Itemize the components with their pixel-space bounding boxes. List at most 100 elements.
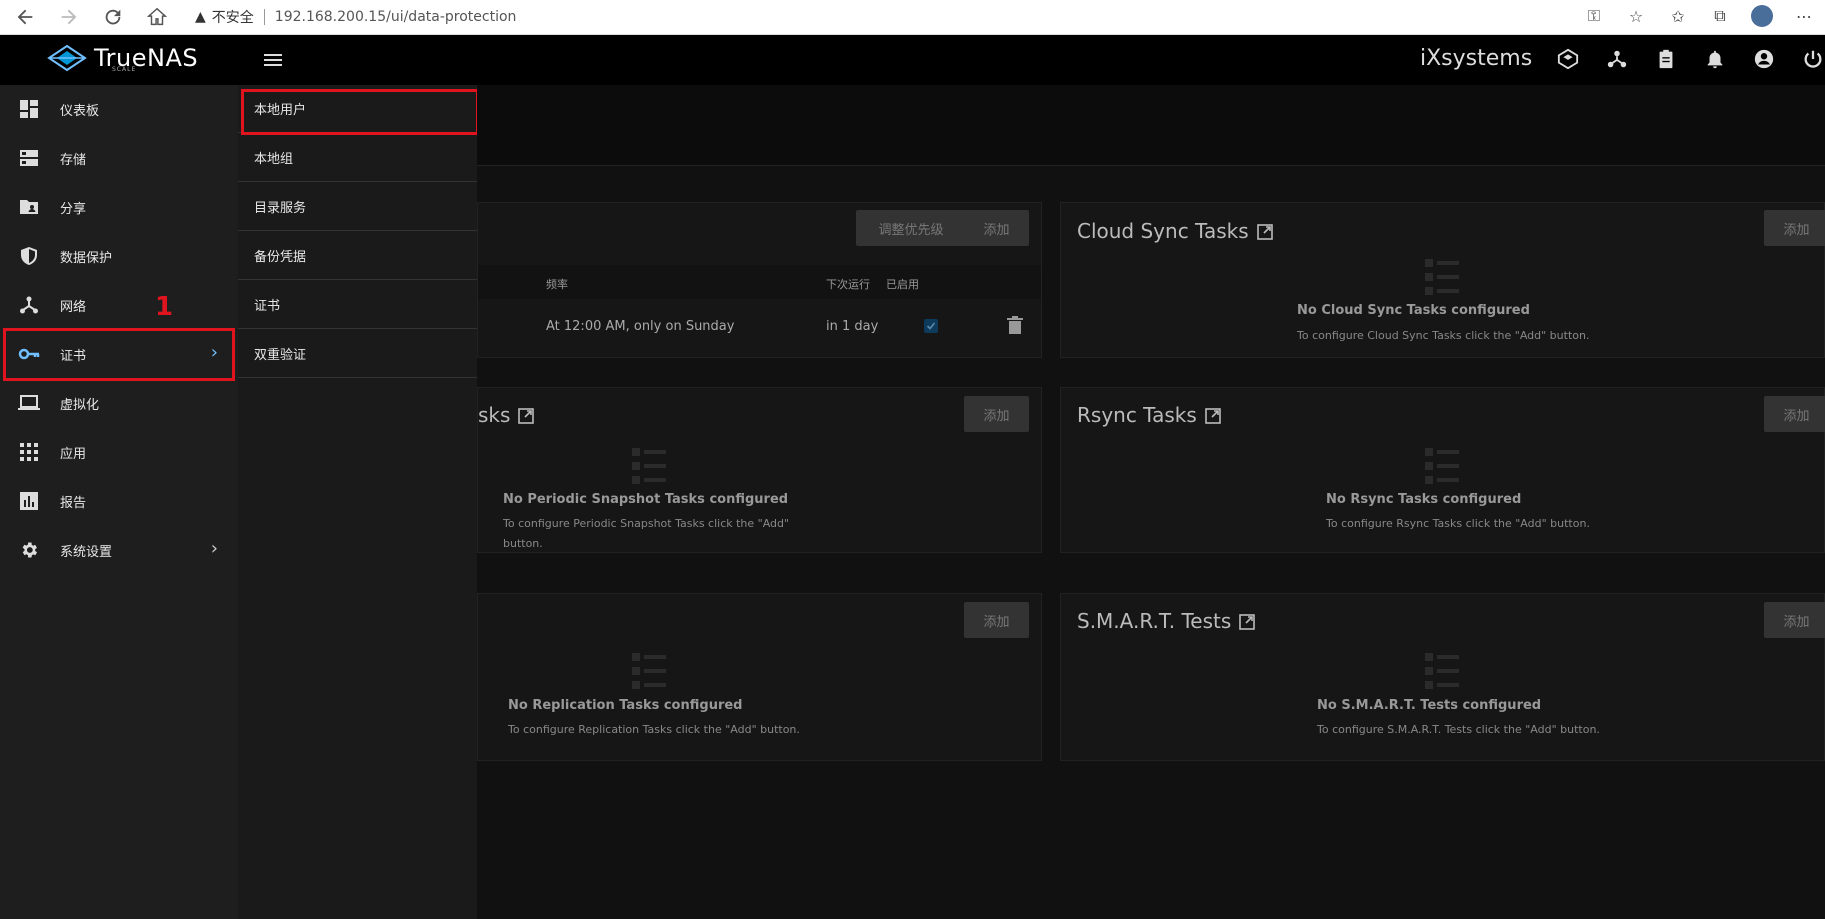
periodic-snapshot-tasks-card: sks 添加 No Periodic Snapshot Tasks config… xyxy=(477,387,1042,553)
sidebar-item-shares[interactable]: 分享 xyxy=(0,183,238,231)
menu-toggle-icon[interactable] xyxy=(262,50,284,70)
cell-frequency: At 12:00 AM, only on Sunday xyxy=(546,319,735,334)
more-menu-icon[interactable]: ⋯ xyxy=(1793,5,1815,27)
empty-state-title: No Cloud Sync Tasks configured xyxy=(1297,303,1530,318)
sidebar-item-storage[interactable]: 存储 xyxy=(0,134,238,182)
empty-state-description: To configure Rsync Tasks click the "Add"… xyxy=(1326,517,1590,530)
add-button[interactable]: 添加 xyxy=(964,602,1029,638)
favorites-list-icon[interactable]: ✩ xyxy=(1667,5,1689,27)
laptop-icon xyxy=(18,392,40,414)
table-header: 频率 下次运行 已启用 xyxy=(478,265,1041,299)
sidebar-item-label: 系统设置 xyxy=(60,544,113,560)
directory-services-icon[interactable] xyxy=(1605,47,1629,71)
address-bar[interactable]: ▲ 不安全 192.168.200.15/ui/data-protection xyxy=(195,6,516,28)
reload-icon[interactable] xyxy=(102,6,124,28)
card-title[interactable]: Rsync Tasks xyxy=(1077,403,1221,429)
empty-state-description: To configure Replication Tasks click the… xyxy=(508,723,800,736)
submenu-item-directory-services[interactable]: 目录服务 xyxy=(238,183,477,231)
submenu-item-local-groups[interactable]: 本地组 xyxy=(238,134,477,182)
highlight-box-local-users xyxy=(241,89,479,135)
forward-icon[interactable] xyxy=(58,6,80,28)
add-button[interactable]: 添加 xyxy=(1764,396,1825,432)
credentials-submenu: 本地用户 本地组 目录服务 备份凭据 证书 双重验证 xyxy=(238,85,477,919)
sidebar-item-dashboard[interactable]: 仪表板 xyxy=(0,85,238,133)
external-link-icon xyxy=(1239,611,1256,635)
chevron-right-icon: › xyxy=(210,538,218,559)
browser-actions: ⚿ ☆ ✩ ⧉ ⋯ xyxy=(1583,5,1815,27)
sidebar-item-label: 仪表板 xyxy=(60,103,100,119)
key-icon[interactable]: ⚿ xyxy=(1583,5,1605,27)
empty-state-description: To configure Cloud Sync Tasks click the … xyxy=(1297,329,1590,342)
annotation-number-1: 1 xyxy=(155,292,174,322)
card-title: sks xyxy=(478,403,535,429)
add-button[interactable]: 添加 xyxy=(964,396,1029,432)
dashboard-icon xyxy=(18,98,40,120)
storage-icon xyxy=(18,147,40,169)
sidebar-item-label: 应用 xyxy=(60,446,87,462)
sidebar-item-reporting[interactable]: 报告 xyxy=(0,477,238,525)
empty-state-title: No S.M.A.R.T. Tests configured xyxy=(1317,698,1542,713)
sidebar-item-data-protection[interactable]: 数据保护 xyxy=(0,232,238,280)
sidebar-item-apps[interactable]: 应用 xyxy=(0,428,238,476)
browser-toolbar: ▲ 不安全 192.168.200.15/ui/data-protection … xyxy=(0,0,1825,35)
submenu-item-backup-credentials[interactable]: 备份凭据 xyxy=(238,232,477,280)
empty-state-description-cont: button. xyxy=(503,537,543,550)
ixsystems-logo[interactable]: iXsystems xyxy=(1420,46,1532,71)
account-circle-icon[interactable] xyxy=(1752,47,1776,71)
delete-trash-icon[interactable] xyxy=(1007,316,1023,338)
clipboard-icon[interactable] xyxy=(1654,47,1678,71)
sidebar-item-label: 存储 xyxy=(60,152,87,168)
empty-list-icon xyxy=(632,448,666,484)
adjust-priority-button[interactable]: 调整优先级 xyxy=(856,210,966,246)
card-title[interactable]: Cloud Sync Tasks xyxy=(1077,219,1273,245)
collections-icon[interactable]: ⧉ xyxy=(1709,5,1731,27)
card-title[interactable]: S.M.A.R.T. Tests xyxy=(1077,609,1256,635)
back-icon[interactable] xyxy=(14,6,36,28)
submenu-item-certificates[interactable]: 证书 xyxy=(238,281,477,329)
gear-icon xyxy=(18,539,40,561)
enabled-checkbox[interactable] xyxy=(924,319,938,333)
external-link-icon xyxy=(518,405,535,429)
rsync-tasks-card: Rsync Tasks 添加 No Rsync Tasks configured… xyxy=(1060,387,1825,553)
add-button[interactable]: 添加 xyxy=(1764,602,1825,638)
empty-list-icon xyxy=(1425,259,1459,295)
add-button[interactable]: 添加 xyxy=(964,210,1029,246)
empty-state-title: No Rsync Tasks configured xyxy=(1326,492,1522,507)
sidebar-item-label: 报告 xyxy=(60,495,87,511)
replication-tasks-card: 添加 No Replication Tasks configured To co… xyxy=(477,593,1042,761)
topbar-actions xyxy=(1556,47,1825,71)
shield-icon xyxy=(18,245,40,267)
empty-state-description: To configure S.M.A.R.T. Tests click the … xyxy=(1317,723,1600,736)
sidebar-item-system-settings[interactable]: 系统设置 › xyxy=(0,526,238,574)
sidebar-item-label: 网络 xyxy=(60,299,87,315)
chart-icon xyxy=(18,490,40,512)
sidebar-item-network[interactable]: 网络 xyxy=(0,281,238,329)
sidebar-item-label: 数据保护 xyxy=(60,250,113,266)
empty-list-icon xyxy=(632,653,666,689)
empty-state-title: No Replication Tasks configured xyxy=(508,698,743,713)
scrub-tasks-card: 调整优先级 添加 频率 下次运行 已启用 At 12:00 AM, only o… xyxy=(477,202,1042,358)
truecommand-icon[interactable] xyxy=(1556,47,1580,71)
external-link-icon xyxy=(1256,221,1273,245)
empty-list-icon xyxy=(1425,653,1459,689)
home-icon[interactable] xyxy=(146,6,168,28)
url-text: 192.168.200.15/ui/data-protection xyxy=(274,9,517,25)
profile-avatar[interactable] xyxy=(1751,5,1773,27)
apps-grid-icon xyxy=(18,441,40,463)
page-header xyxy=(477,85,1825,166)
favorite-star-icon[interactable]: ☆ xyxy=(1625,5,1647,27)
empty-state-title: No Periodic Snapshot Tasks configured xyxy=(503,492,789,507)
sidebar-item-virtualization[interactable]: 虚拟化 xyxy=(0,379,238,427)
main-content: 调整优先级 添加 频率 下次运行 已启用 At 12:00 AM, only o… xyxy=(477,85,1825,919)
warning-icon: ▲ xyxy=(195,9,206,25)
logo-text: TrueNAS xyxy=(94,44,199,72)
add-button[interactable]: 添加 xyxy=(1764,210,1825,246)
submenu-item-two-factor-auth[interactable]: 双重验证 xyxy=(238,330,477,378)
notifications-bell-icon[interactable] xyxy=(1703,47,1727,71)
sidebar-item-label: 分享 xyxy=(60,201,87,217)
sidebar-item-label: 虚拟化 xyxy=(60,397,100,413)
sidebar: 仪表板 存储 分享 数据保护 网络 证书 › 虚拟化 应用 报告 系统设置 › xyxy=(0,85,238,919)
power-icon[interactable] xyxy=(1801,47,1825,71)
empty-list-icon xyxy=(1425,448,1459,484)
app-topbar: TrueNAS SCALE iXsystems xyxy=(0,35,1825,85)
